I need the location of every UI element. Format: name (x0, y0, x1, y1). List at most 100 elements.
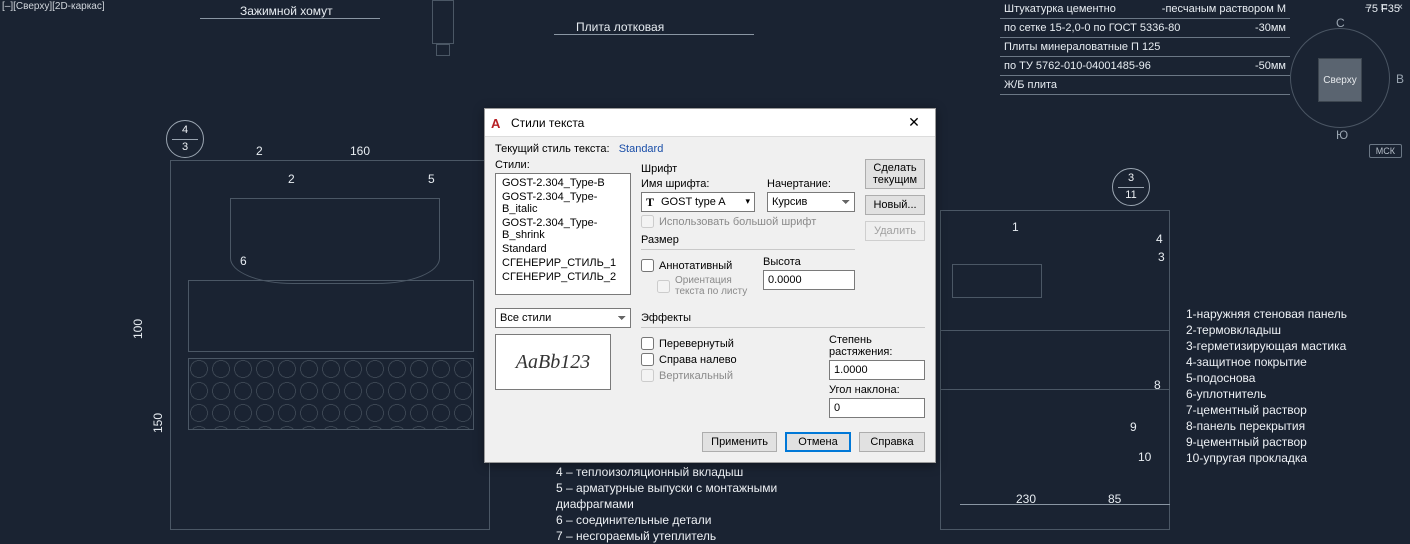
legend-item: 2-термовкладыш (1186, 322, 1347, 338)
cad-hatch (188, 358, 474, 430)
legend-item: 1-наружняя стеновая панель (1186, 306, 1347, 322)
legend-item: 3-герметизирующая мастика (1186, 338, 1347, 354)
cad-dim: 9 (1130, 420, 1137, 434)
legend-item: 6 – соединительные детали (556, 512, 777, 528)
spec-row: Плиты минераловатные П 125 (1000, 38, 1290, 57)
current-style-value: Standard (619, 143, 664, 155)
legend-item: 4-защитное покрытие (1186, 354, 1347, 370)
vertical-label: Вертикальный (659, 370, 733, 382)
legend-item: 7 – несгораемый утеплитель (556, 528, 777, 544)
height-label: Высота (763, 256, 855, 268)
legend-item: 9-цементный раствор (1186, 434, 1347, 450)
cad-shape (952, 264, 1042, 298)
viewcube-south[interactable]: Ю (1336, 128, 1348, 142)
styles-listbox[interactable]: GOST-2.304_Type-B GOST-2.304_Type-B_ital… (495, 173, 631, 295)
new-button[interactable]: Новый... (865, 195, 925, 215)
cad-shape (436, 44, 450, 56)
style-item[interactable]: GOST-2.304_Type-B_italic (496, 190, 630, 216)
autocad-logo-icon: A (491, 116, 505, 130)
styles-label: Стили: (495, 159, 631, 171)
annotative-checkbox[interactable]: Аннотативный (641, 259, 751, 272)
cad-dim: 1 (1012, 220, 1019, 234)
delete-button: Удалить (865, 221, 925, 241)
viewcube-north[interactable]: С (1336, 16, 1345, 30)
cad-shape (940, 330, 1170, 390)
spec-row: по сетке 15-2,0-0 по ГОСТ 5336-80 -30мм (1000, 19, 1290, 38)
apply-button[interactable]: Применить (702, 432, 777, 452)
effects-group-label: Эффекты (641, 312, 925, 324)
viewcube-east[interactable]: В (1396, 72, 1404, 86)
font-name-combo[interactable]: T GOST type A ▾ (641, 192, 755, 212)
cad-leader (554, 34, 754, 35)
orient-checkbox-input (657, 280, 670, 293)
size-group-label: Размер (641, 234, 855, 246)
chevron-down-icon: ▾ (745, 196, 750, 207)
spec-cell: Плиты минераловатные П 125 (1004, 41, 1276, 53)
big-font-label: Использовать большой шрифт (659, 216, 816, 228)
width-factor-input[interactable] (829, 360, 925, 380)
dialog-body: Текущий стиль текста: Standard Стили: GO… (485, 137, 935, 426)
orient-checkbox: Ориентация текста по листу (657, 275, 751, 297)
close-icon[interactable]: ✕ (901, 114, 927, 131)
font-name-label: Имя шрифта: (641, 178, 755, 190)
spec-row: по ТУ 5762-010-04001485-96 -50мм (1000, 57, 1290, 76)
cad-dim: 10 (1138, 450, 1151, 464)
coord-system-tag[interactable]: МСК (1369, 144, 1402, 158)
bubble-top: 4 (182, 124, 188, 137)
preview-box: AaBb123 (495, 334, 611, 390)
cad-dim: 4 (1156, 232, 1163, 246)
style-filter-combo[interactable]: Все стили (495, 308, 631, 328)
current-style-row: Текущий стиль текста: Standard (495, 143, 925, 155)
legend-item: 8-панель перекрытия (1186, 418, 1347, 434)
viewcube[interactable]: Сверху С В Ю (1280, 18, 1400, 138)
set-current-button[interactable]: Сделать текущим (865, 159, 925, 189)
height-input[interactable] (763, 270, 855, 290)
spec-cell: Ж/Б плита (1004, 79, 1276, 91)
style-item[interactable]: СГЕНЕРИР_СТИЛЬ_2 (496, 270, 630, 284)
vertical-checkbox-input (641, 369, 654, 382)
style-item[interactable]: GOST-2.304_Type-B (496, 176, 630, 190)
font-group-label: Шрифт (641, 163, 855, 175)
annotative-checkbox-input[interactable] (641, 259, 654, 272)
cad-dim: 100 (131, 319, 145, 339)
cad-shape (432, 0, 454, 44)
bubble-top: 3 (1128, 172, 1134, 185)
cad-label-plate: Плита лотковая (576, 20, 664, 34)
cad-dim: 3 (1158, 250, 1165, 264)
style-item[interactable]: СГЕНЕРИР_СТИЛЬ_1 (496, 256, 630, 270)
upside-down-checkbox[interactable]: Перевернутый (641, 337, 817, 350)
oblique-angle-input[interactable] (829, 398, 925, 418)
cad-dimline (960, 504, 1170, 505)
rtl-checkbox-input[interactable] (641, 353, 654, 366)
bubble-bot: 3 (182, 141, 188, 154)
dialog-footer: Применить Отмена Справка (485, 426, 935, 462)
cad-dim: 160 (350, 144, 370, 158)
legend-item: 7-цементный раствор (1186, 402, 1347, 418)
font-name-value: GOST type A (661, 196, 726, 208)
style-item[interactable]: Standard (496, 242, 630, 256)
help-button[interactable]: Справка (859, 432, 925, 452)
legend-item: 4 – теплоизоляционный вкладыш (556, 464, 777, 480)
font-style-label: Начертание: (767, 178, 855, 190)
spec-row: Ж/Б плита (1000, 76, 1290, 95)
rtl-checkbox[interactable]: Справа налево (641, 353, 817, 366)
section-bubble: 4 3 (166, 120, 204, 158)
dialog-titlebar[interactable]: A Стили текста ✕ (485, 109, 935, 137)
spec-table: Штукатурка цементно -песчаным раствором … (1000, 0, 1290, 95)
cad-dim: 8 (1154, 378, 1161, 392)
cancel-button[interactable]: Отмена (785, 432, 851, 452)
spec-cell: -песчаным раствором М (1162, 3, 1286, 15)
width-factor-label: Степень растяжения: (829, 334, 925, 358)
orient-label: Ориентация текста по листу (675, 275, 751, 297)
style-item[interactable]: GOST-2.304_Type-B_shrink (496, 216, 630, 242)
dialog-title: Стили текста (511, 116, 901, 130)
cad-dim: 150 (151, 413, 165, 433)
section-bubble: 3 11 (1112, 168, 1150, 206)
spec-cell: Штукатурка цементно (1004, 3, 1152, 15)
bubble-bot: 11 (1125, 189, 1136, 202)
viewcube-face[interactable]: Сверху (1318, 58, 1362, 102)
font-style-combo[interactable]: Курсив (767, 192, 855, 212)
upside-down-checkbox-input[interactable] (641, 337, 654, 350)
spec-row: Штукатурка цементно -песчаным раствором … (1000, 0, 1290, 19)
spec-cell: по ТУ 5762-010-04001485-96 (1004, 60, 1245, 72)
